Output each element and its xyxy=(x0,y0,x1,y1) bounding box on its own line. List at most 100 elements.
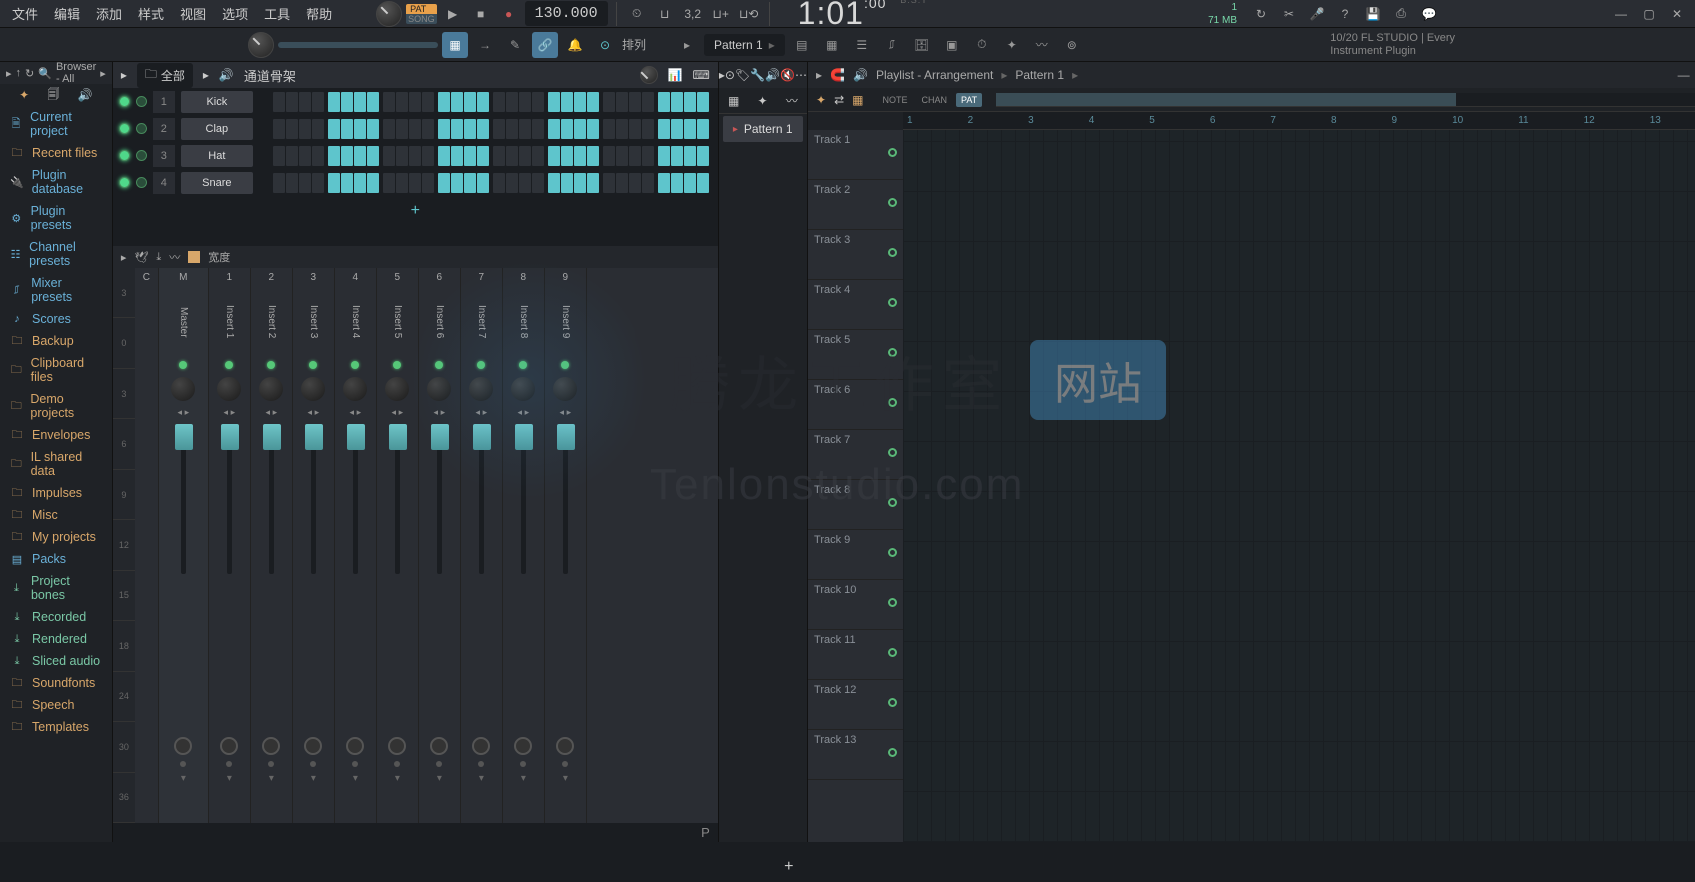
pan-knob[interactable] xyxy=(171,377,195,401)
search-icon[interactable]: 🔍 xyxy=(38,67,52,80)
step-cell[interactable] xyxy=(396,146,408,166)
step-cell[interactable] xyxy=(548,173,560,193)
back-icon[interactable]: ▸ xyxy=(6,67,12,80)
chanrack-speaker-icon[interactable]: 🔊 xyxy=(219,68,234,82)
chanrack-menu-icon[interactable]: ▸ xyxy=(121,68,127,82)
step-cell[interactable] xyxy=(493,146,505,166)
channel-number[interactable]: 2 xyxy=(153,118,175,140)
copy-icon[interactable]: 🗐 xyxy=(47,85,59,106)
browser-item[interactable]: ⤓Recorded xyxy=(0,606,112,628)
menu-options[interactable]: 选项 xyxy=(216,0,254,27)
pitch-knob[interactable] xyxy=(248,32,274,58)
pat-more-icon[interactable]: ⋯ xyxy=(795,68,807,82)
step-cell[interactable] xyxy=(451,146,463,166)
browser-item[interactable]: ♪Scores xyxy=(0,308,112,330)
step-cell[interactable] xyxy=(312,173,324,193)
pat-lock-icon[interactable]: ⊙ xyxy=(725,68,735,82)
track-header[interactable]: Track 9 xyxy=(808,530,903,580)
browser-item[interactable]: 🗀Soundfonts xyxy=(0,672,112,694)
mixer-menu-icon[interactable]: ▸ xyxy=(121,251,127,264)
step-cell[interactable] xyxy=(286,173,298,193)
snap-icon[interactable]: ▦ xyxy=(442,32,468,58)
step-cell[interactable] xyxy=(697,173,709,193)
track-enable-dot[interactable] xyxy=(888,198,897,207)
fx-dot[interactable] xyxy=(478,761,484,767)
close-icon[interactable]: ✕ xyxy=(1665,2,1689,26)
track-header[interactable]: Track 6 xyxy=(808,380,903,430)
fader-handle[interactable] xyxy=(557,424,575,450)
pat-tag-icon[interactable]: 🏷 xyxy=(735,68,750,82)
send-knob[interactable] xyxy=(556,737,574,755)
track-led[interactable] xyxy=(309,361,317,369)
track-header[interactable]: Track 8 xyxy=(808,480,903,530)
fader-handle[interactable] xyxy=(347,424,365,450)
pat-song-switch[interactable]: PAT SONG xyxy=(406,4,437,24)
step-cell[interactable] xyxy=(464,92,476,112)
step-cell[interactable] xyxy=(273,173,285,193)
step-cell[interactable] xyxy=(477,92,489,112)
prev-pattern-icon[interactable]: ▸ xyxy=(674,32,700,58)
step-cell[interactable] xyxy=(409,173,421,193)
channel-name-button[interactable]: Kick xyxy=(181,91,253,113)
browser-item[interactable]: ▤Packs xyxy=(0,548,112,570)
loop-rec-icon[interactable]: ⊔⟲ xyxy=(737,2,761,26)
pianoroll-btn-icon[interactable]: ▦ xyxy=(819,32,845,58)
fader-handle[interactable] xyxy=(473,424,491,450)
step-cell[interactable] xyxy=(629,146,641,166)
track-enable-dot[interactable] xyxy=(888,248,897,257)
render-icon[interactable]: ⎙ xyxy=(1389,2,1413,26)
step-cell[interactable] xyxy=(629,119,641,139)
channel-led[interactable] xyxy=(119,123,130,134)
mixer-insert-track[interactable]: 5 Insert 5 ◂ ▸ ▾ xyxy=(377,268,419,823)
step-cell[interactable] xyxy=(548,92,560,112)
step-cell[interactable] xyxy=(532,92,544,112)
step-cell[interactable] xyxy=(603,119,615,139)
send-knob[interactable] xyxy=(174,737,192,755)
step-cell[interactable] xyxy=(451,119,463,139)
step-cell[interactable] xyxy=(328,92,340,112)
fader-handle[interactable] xyxy=(221,424,239,450)
pl-speaker-icon[interactable]: 🔊 xyxy=(853,68,868,82)
step-cell[interactable] xyxy=(383,146,395,166)
pat-speaker-icon[interactable]: 🔊 xyxy=(765,68,780,82)
pl-overview[interactable] xyxy=(996,93,1695,107)
tempo-tap-icon[interactable]: ⏱ xyxy=(969,32,995,58)
step-cell[interactable] xyxy=(493,173,505,193)
step-cell[interactable] xyxy=(299,119,311,139)
maximize-icon[interactable]: ▢ xyxy=(1637,2,1661,26)
mixer-master-track[interactable]: M Master ◂ ▸ ▾ xyxy=(159,268,209,823)
step-cell[interactable] xyxy=(658,119,670,139)
step-cell[interactable] xyxy=(422,92,434,112)
step-cell[interactable] xyxy=(438,92,450,112)
step-cell[interactable] xyxy=(341,173,353,193)
step-cell[interactable] xyxy=(658,146,670,166)
track-enable-dot[interactable] xyxy=(888,348,897,357)
menu-edit[interactable]: 编辑 xyxy=(48,0,86,27)
pan-knob[interactable] xyxy=(385,377,409,401)
step-cell[interactable] xyxy=(616,146,628,166)
tool2-icon[interactable]: 〰 xyxy=(1029,32,1055,58)
send-knob[interactable] xyxy=(472,737,490,755)
kb-icon[interactable]: ⌨ xyxy=(693,68,710,82)
pan-knob[interactable] xyxy=(469,377,493,401)
track-enable-dot[interactable] xyxy=(888,498,897,507)
browser-item[interactable]: ☷Channel presets xyxy=(0,236,112,272)
track-header[interactable]: Track 10 xyxy=(808,580,903,630)
pattern-selector[interactable]: Pattern 1▸ xyxy=(704,34,785,56)
step-cell[interactable] xyxy=(396,92,408,112)
pl-mode-tabs[interactable]: NOTE CHAN PAT xyxy=(877,93,982,107)
step-cell[interactable] xyxy=(629,92,641,112)
mic-icon[interactable]: 🎤 xyxy=(1305,2,1329,26)
track-enable-dot[interactable] xyxy=(888,598,897,607)
browser-btn-icon[interactable]: 🗄 xyxy=(909,32,935,58)
step-cell[interactable] xyxy=(506,173,518,193)
collapse-icon[interactable]: ✦ xyxy=(19,88,29,102)
pat-mute-icon[interactable]: 🔇 xyxy=(780,68,795,82)
tool1-icon[interactable]: ✦ xyxy=(999,32,1025,58)
step-cell[interactable] xyxy=(519,119,531,139)
metronome-icon[interactable]: ⏲ xyxy=(625,2,649,26)
step-cell[interactable] xyxy=(354,146,366,166)
step-cell[interactable] xyxy=(438,146,450,166)
step-cell[interactable] xyxy=(493,92,505,112)
plugin-icon[interactable]: ▣ xyxy=(939,32,965,58)
